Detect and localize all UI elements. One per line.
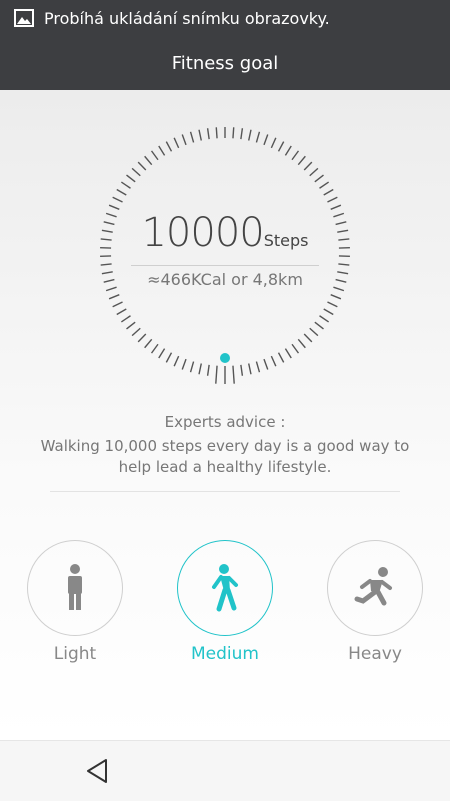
dial-tick (138, 334, 146, 342)
image-icon (14, 8, 34, 28)
dial-tick (182, 135, 186, 145)
level-medium-option[interactable]: Medium (177, 540, 273, 664)
dial-tick (109, 205, 119, 209)
standing-person-icon (55, 563, 95, 613)
dial-tick (264, 135, 268, 145)
steps-value: 10000 (141, 210, 263, 256)
dial-tick (152, 344, 158, 353)
dial-tick (264, 359, 268, 369)
dial-tick (310, 168, 318, 175)
dial-tick (159, 146, 165, 155)
dial-tick (216, 366, 217, 384)
dial-tick (191, 362, 194, 373)
dial-tick (315, 322, 324, 329)
dial-tick (285, 349, 291, 358)
section-divider (50, 491, 400, 492)
dial-tick (199, 364, 201, 375)
dial-tick (310, 328, 318, 335)
dial-tick (182, 359, 186, 369)
dial-tick (216, 127, 217, 138)
dial-tick (121, 316, 130, 322)
dial-tick (279, 142, 284, 152)
main-content: 10000Steps ≈466KCal or 4,8km Experts adv… (0, 90, 450, 740)
dial-tick (117, 309, 127, 315)
dial-tick (199, 130, 201, 141)
level-medium-circle[interactable] (177, 540, 273, 636)
dial-tick (256, 362, 259, 373)
dial-tick (324, 309, 334, 315)
status-notification-text: Probíhá ukládání snímku obrazovky. (44, 9, 330, 28)
dial-tick (338, 264, 349, 265)
dial-divider (131, 265, 319, 266)
dial-tick (315, 175, 324, 182)
dial-tick (292, 344, 298, 353)
dial-tick (241, 128, 243, 139)
dial-tick (298, 339, 305, 347)
dial-tick (208, 365, 210, 376)
steps-goal: 10000Steps (0, 210, 450, 256)
dial-handle[interactable] (220, 353, 230, 363)
dial-tick (233, 366, 234, 384)
level-heavy-label: Heavy (327, 644, 423, 664)
walking-person-icon (205, 563, 245, 613)
level-medium-label: Medium (177, 644, 273, 664)
dial-tick (113, 302, 123, 307)
dial-tick (101, 264, 112, 265)
dial-tick (249, 364, 251, 375)
dial-tick (331, 295, 341, 299)
dial-tick (285, 146, 291, 155)
dial-tick (109, 295, 119, 299)
dial-tick (292, 151, 298, 160)
dial-tick (241, 365, 243, 376)
dial-tick (166, 142, 171, 152)
navigation-bar (0, 740, 450, 801)
dial-tick (121, 182, 130, 188)
level-light-option[interactable]: Light (27, 540, 123, 664)
dial-tick (324, 190, 334, 196)
status-bar: Probíhá ukládání snímku obrazovky. (0, 0, 450, 36)
dial-tick (132, 328, 140, 335)
dial-tick (126, 175, 135, 182)
dial-tick (320, 182, 329, 188)
advice-title: Experts advice : (0, 413, 450, 431)
calorie-distance-equivalent: ≈466KCal or 4,8km (0, 270, 450, 289)
dial-tick (327, 302, 337, 307)
dial-tick (145, 156, 152, 164)
dial-tick (145, 339, 152, 347)
header-bar: Fitness goal (0, 36, 450, 90)
dial-tick (233, 127, 234, 138)
dial-tick (174, 356, 178, 366)
running-person-icon (353, 566, 397, 610)
dial-tick (126, 322, 135, 329)
dial-tick (174, 138, 178, 148)
level-heavy-option[interactable]: Heavy (327, 540, 423, 664)
dial-tick (271, 138, 275, 148)
advice-text: Walking 10,000 steps every day is a good… (40, 436, 410, 478)
dial-tick (159, 349, 165, 358)
level-heavy-circle[interactable] (327, 540, 423, 636)
page-title: Fitness goal (172, 53, 279, 74)
dial-tick (271, 356, 275, 366)
dial-tick (166, 353, 171, 363)
dial-tick (152, 151, 158, 160)
dial-tick (298, 156, 305, 164)
dial-tick (132, 168, 140, 175)
steps-unit: Steps (264, 231, 309, 250)
dial-tick (191, 132, 194, 143)
dial-tick (304, 162, 312, 170)
dial-tick (327, 197, 337, 202)
dial-tick (304, 334, 312, 342)
dial-tick (320, 316, 329, 322)
dial-tick (208, 128, 210, 139)
dial-tick (113, 197, 123, 202)
dial-tick (249, 130, 251, 141)
dial-tick (117, 190, 127, 196)
dial-tick (279, 353, 284, 363)
back-triangle-icon[interactable] (84, 757, 110, 785)
dial-tick (331, 205, 341, 209)
dial-tick (256, 132, 259, 143)
level-light-label: Light (27, 644, 123, 664)
dial-tick (138, 162, 146, 170)
level-light-circle[interactable] (27, 540, 123, 636)
